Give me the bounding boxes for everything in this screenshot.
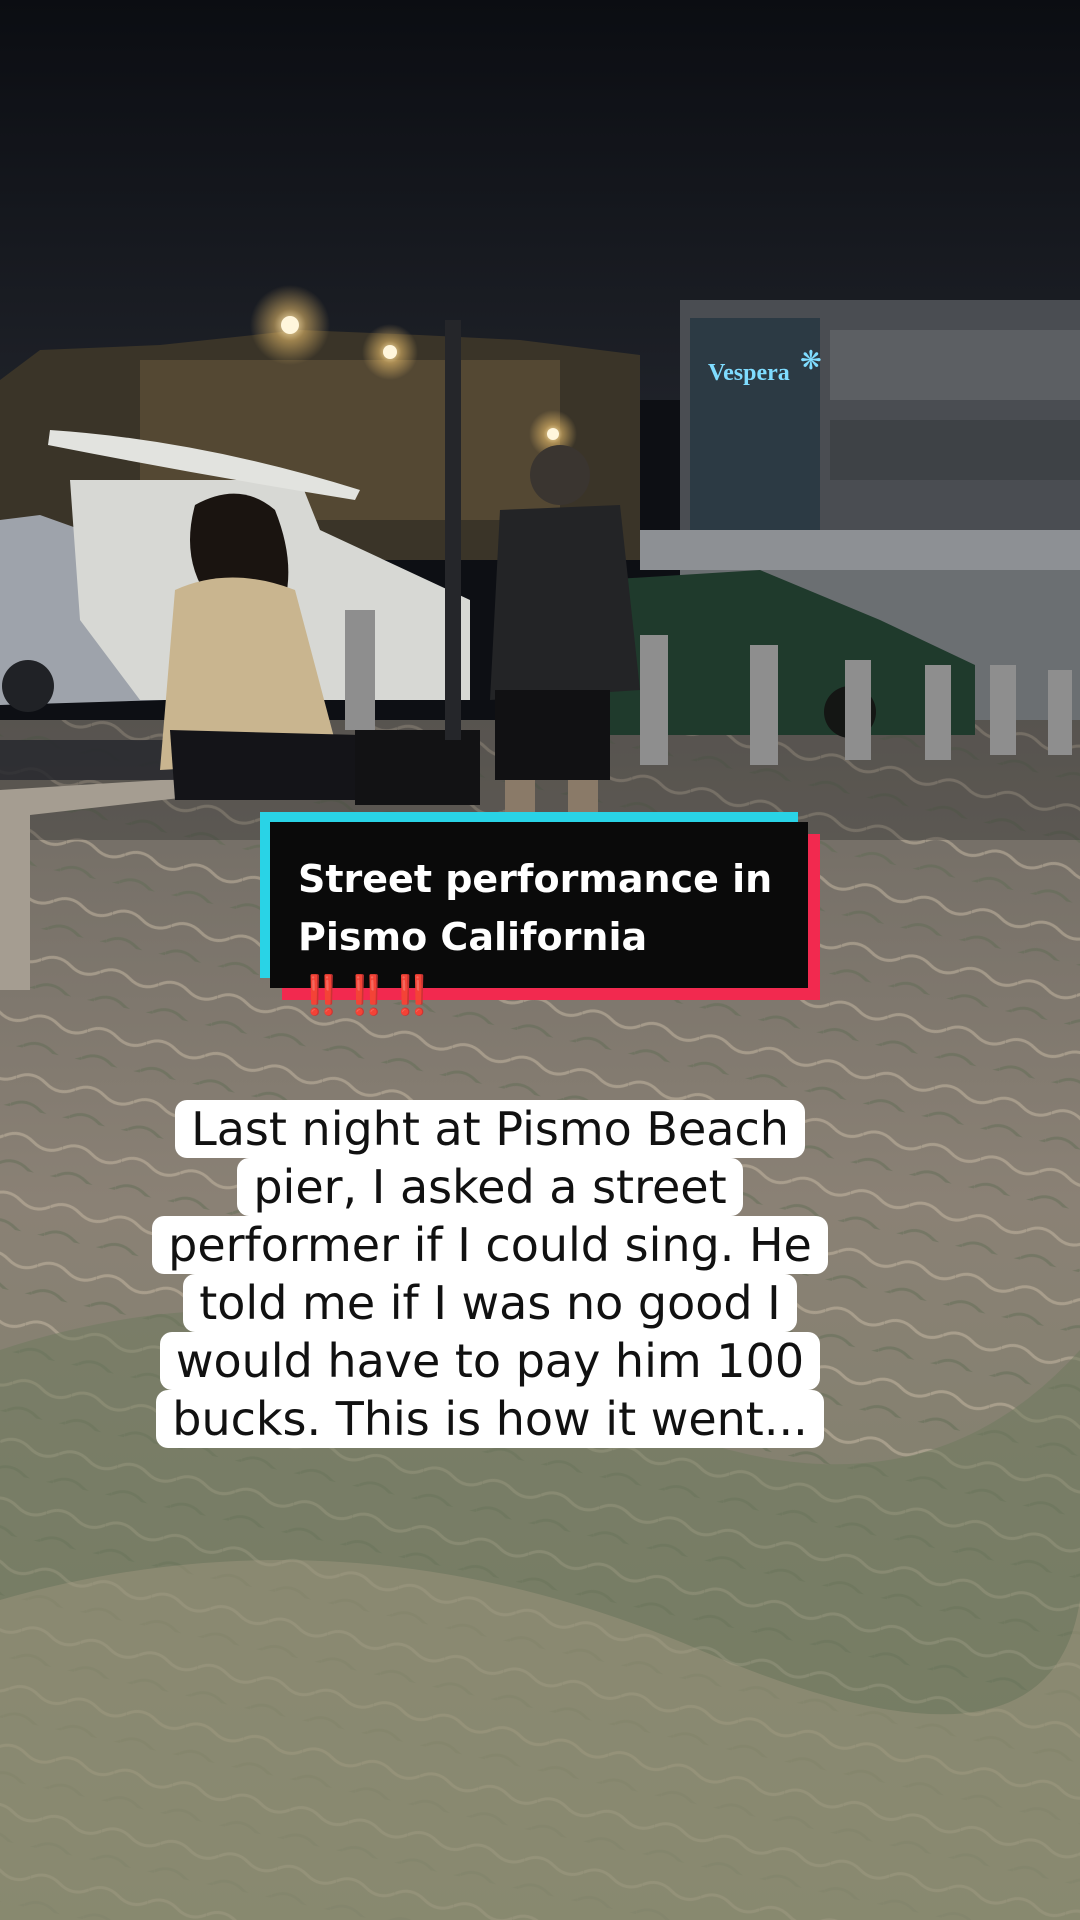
story-line: performer if I could sing. He [152, 1216, 828, 1274]
snowflake-icon: ❋ [800, 346, 822, 376]
story-line: bucks. This is how it went... [156, 1390, 824, 1448]
caption-title: Street performance in Pismo California ‼… [298, 850, 792, 1024]
hotel-sign: Vespera [708, 360, 790, 386]
double-exclamation-emoji: ‼️‼️‼️ [298, 973, 436, 1017]
caption-line-1: Street performance in [298, 857, 773, 901]
speaker [355, 730, 480, 805]
story-line: pier, I asked a street [237, 1158, 743, 1216]
mic-stand [445, 320, 461, 740]
story-line: would have to pay him 100 [159, 1332, 821, 1390]
story-line: told me if I was no good I [183, 1274, 797, 1332]
caption-line-2: Pismo California [298, 915, 648, 959]
caption-banner: Street performance in Pismo California ‼… [270, 822, 808, 1017]
story-line: Last night at Pismo Beach [175, 1100, 805, 1158]
story-overlay: Last night at Pismo Beach pier, I asked … [110, 1100, 870, 1448]
